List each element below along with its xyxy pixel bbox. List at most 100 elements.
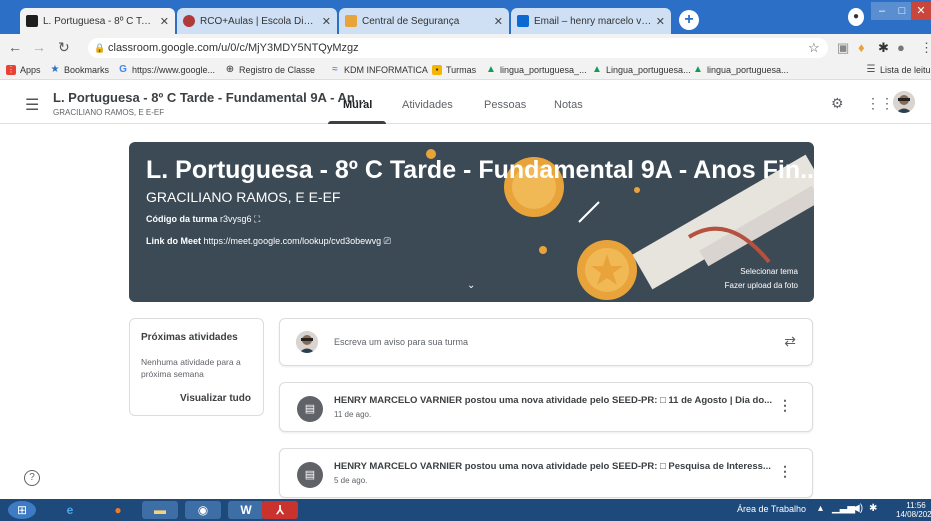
stream-post[interactable]: ▤ HENRY MARCELO VARNIER postou uma nova …	[279, 448, 813, 498]
meet-label: Link do Meet	[146, 236, 202, 246]
hamburger-menu-icon[interactable]: ☰	[25, 95, 39, 115]
tray-expand-icon[interactable]: ▴	[818, 503, 823, 514]
upcoming-activities-card: Próximas atividades Nenhuma atividade pa…	[129, 318, 264, 416]
classroom-icon: ▪	[432, 65, 442, 75]
avatar-icon[interactable]: ●	[897, 40, 905, 55]
tab-atividades[interactable]: Atividades	[402, 99, 453, 111]
google-icon: G	[119, 64, 127, 75]
course-school: GRACILIANO RAMOS, E E-EF	[53, 108, 165, 117]
bookmark-drive-3[interactable]: ▲ lingua_portuguesa...	[693, 65, 789, 76]
chevron-down-icon[interactable]: ⌄	[467, 280, 475, 291]
class-code-label: Código da turma	[146, 214, 218, 224]
help-icon[interactable]: ?	[24, 470, 40, 486]
tab-email[interactable]: Email – henry marcelo varnier – C ✕	[511, 8, 671, 34]
post-date: 5 de ago.	[334, 476, 368, 485]
close-icon[interactable]: ✕	[494, 15, 503, 28]
meet-url[interactable]: https://meet.google.com/lookup/cvd3obewv…	[204, 236, 382, 246]
post-date: 11 de ago.	[334, 410, 372, 419]
banner-subtitle: GRACILIANO RAMOS, E E-EF	[146, 189, 341, 205]
windows-taskbar: ⊞ e ● ▬ ◉ W ⅄ Área de Trabalho ▴ ▁▃▅ ◀) …	[0, 499, 931, 521]
user-avatar[interactable]	[893, 91, 915, 113]
bookmark-star-icon[interactable]: ☆	[808, 40, 820, 56]
menu-dots-icon[interactable]: ⋮	[920, 40, 931, 56]
shield-favicon-icon	[183, 15, 195, 27]
stream-post[interactable]: ▤ HENRY MARCELO VARNIER postou uma nova …	[279, 382, 813, 432]
fullscreen-icon[interactable]: ⛶	[254, 214, 260, 224]
close-icon[interactable]: ✕	[160, 15, 169, 28]
close-icon[interactable]: ✕	[656, 15, 665, 28]
more-options-icon[interactable]: ⋮	[778, 463, 792, 480]
bookmark-kdm[interactable]: ≈ KDM INFORMATICA	[330, 64, 428, 76]
volume-icon[interactable]: ◀)	[852, 503, 863, 514]
course-title[interactable]: L. Portuguesa - 8º C Tarde - Fundamental…	[53, 90, 366, 105]
tab-notas[interactable]: Notas	[554, 99, 583, 111]
compose-announcement[interactable]: Escreva um aviso para sua turma ⇄	[279, 318, 813, 366]
bookmark-apps[interactable]: ⋮ Apps	[6, 65, 41, 75]
start-button-icon[interactable]: ⊞	[8, 501, 36, 519]
desktop-toolbar-label[interactable]: Área de Trabalho	[737, 504, 806, 514]
profile-icon[interactable]: ●	[848, 8, 864, 26]
bookmark-bookmarks[interactable]: ★ Bookmarks	[50, 64, 110, 76]
bookmark-turmas[interactable]: ▪ Turmas	[432, 65, 476, 75]
url-field[interactable]: 🔒 classroom.google.com/u/0/c/MjY3MDY5NTQ…	[88, 38, 828, 58]
clock[interactable]: 11:56 14/08/2021	[896, 501, 931, 519]
active-tab-indicator	[328, 121, 386, 124]
apps-grid-icon[interactable]: ⋮⋮	[866, 95, 894, 112]
back-arrow-icon[interactable]: ←	[8, 39, 22, 55]
bookmark-google[interactable]: G https://www.google...	[118, 64, 215, 76]
drive-icon: ▲	[486, 64, 496, 75]
class-code: Código da turma r3vysg6 ⛶	[146, 214, 260, 225]
tab-pessoas[interactable]: Pessoas	[484, 99, 526, 111]
tab-security[interactable]: Central de Segurança ✕	[339, 8, 509, 34]
kdm-icon: ≈	[332, 64, 338, 75]
tab-classroom[interactable]: L. Portuguesa - 8º C Tarde - Fund ✕	[20, 8, 175, 34]
upcoming-empty-text: Nenhuma atividade para a próxima semana	[141, 357, 241, 379]
forward-arrow-icon[interactable]: →	[32, 39, 46, 55]
meet-link: Link do Meet https://meet.google.com/loo…	[146, 236, 391, 247]
folder-icon[interactable]: ▬	[142, 501, 178, 519]
settings-gear-icon[interactable]: ⚙	[831, 95, 844, 112]
bookmark-drive-2[interactable]: ▲ Lingua_portuguesa...	[592, 64, 691, 76]
new-tab-button[interactable]: +	[679, 10, 699, 30]
lock-icon: 🔒	[94, 43, 106, 53]
url-text: classroom.google.com/u/0/c/MjY3MDY5NTQyM…	[108, 42, 359, 54]
tab-mural[interactable]: Mural	[343, 99, 372, 111]
chrome-icon[interactable]: ◉	[185, 501, 221, 519]
star-icon: ★	[50, 64, 60, 75]
globe-icon: ⊕	[225, 64, 235, 75]
upload-photo-link[interactable]: Fazer upload da foto	[725, 281, 798, 290]
compose-placeholder: Escreva um aviso para sua turma	[334, 337, 469, 347]
select-theme-link[interactable]: Selecionar tema	[740, 267, 798, 276]
close-icon[interactable]: ✕	[322, 15, 331, 28]
puzzle-icon[interactable]: ✱	[878, 40, 889, 56]
repost-icon[interactable]: ⇄	[784, 333, 796, 350]
reload-icon[interactable]: ↻	[58, 39, 70, 56]
avatar-image-icon	[893, 91, 915, 113]
more-options-icon[interactable]: ⋮	[778, 397, 792, 414]
view-all-link[interactable]: Visualizar tudo	[180, 393, 251, 404]
tab-title: Central de Segurança	[362, 15, 460, 27]
tab-title: RCO+Aulas | Escola Digital - Prof	[200, 15, 318, 27]
bookmark-drive-1[interactable]: ▲ lingua_portuguesa_...	[486, 64, 587, 76]
extension-icon[interactable]: ♦	[858, 40, 865, 55]
firefox-icon[interactable]: ●	[100, 501, 136, 519]
internet-explorer-icon[interactable]: e	[52, 501, 88, 519]
drive-icon: ▲	[592, 64, 602, 75]
maximize-button[interactable]: □	[893, 2, 911, 20]
tab-rco[interactable]: RCO+Aulas | Escola Digital - Prof ✕	[177, 8, 337, 34]
browser-window: L. Portuguesa - 8º C Tarde - Fund ✕ RCO+…	[0, 0, 931, 521]
bookmark-registro[interactable]: ⊕ Registro de Classe	[225, 64, 315, 76]
close-window-button[interactable]: ✕	[911, 2, 931, 20]
extension-icon[interactable]: ▣	[837, 40, 849, 56]
assignment-icon: ▤	[297, 396, 323, 422]
bookmarks-bar: ⋮ Apps ★ Bookmarks G https://www.google.…	[0, 62, 931, 80]
minimize-button[interactable]: –	[871, 2, 893, 20]
word-icon[interactable]: W	[228, 501, 264, 519]
address-bar-row: ← → ↻ 🔒 classroom.google.com/u/0/c/MjY3M…	[0, 34, 931, 62]
bluetooth-icon[interactable]: ✱	[869, 503, 877, 514]
acrobat-icon[interactable]: ⅄	[262, 501, 298, 519]
video-camera-icon[interactable]: ⎚	[384, 236, 391, 246]
reading-list[interactable]: ☰ Lista de leitura	[866, 65, 931, 76]
compose-avatar	[296, 331, 318, 353]
classroom-favicon-icon	[26, 15, 38, 27]
